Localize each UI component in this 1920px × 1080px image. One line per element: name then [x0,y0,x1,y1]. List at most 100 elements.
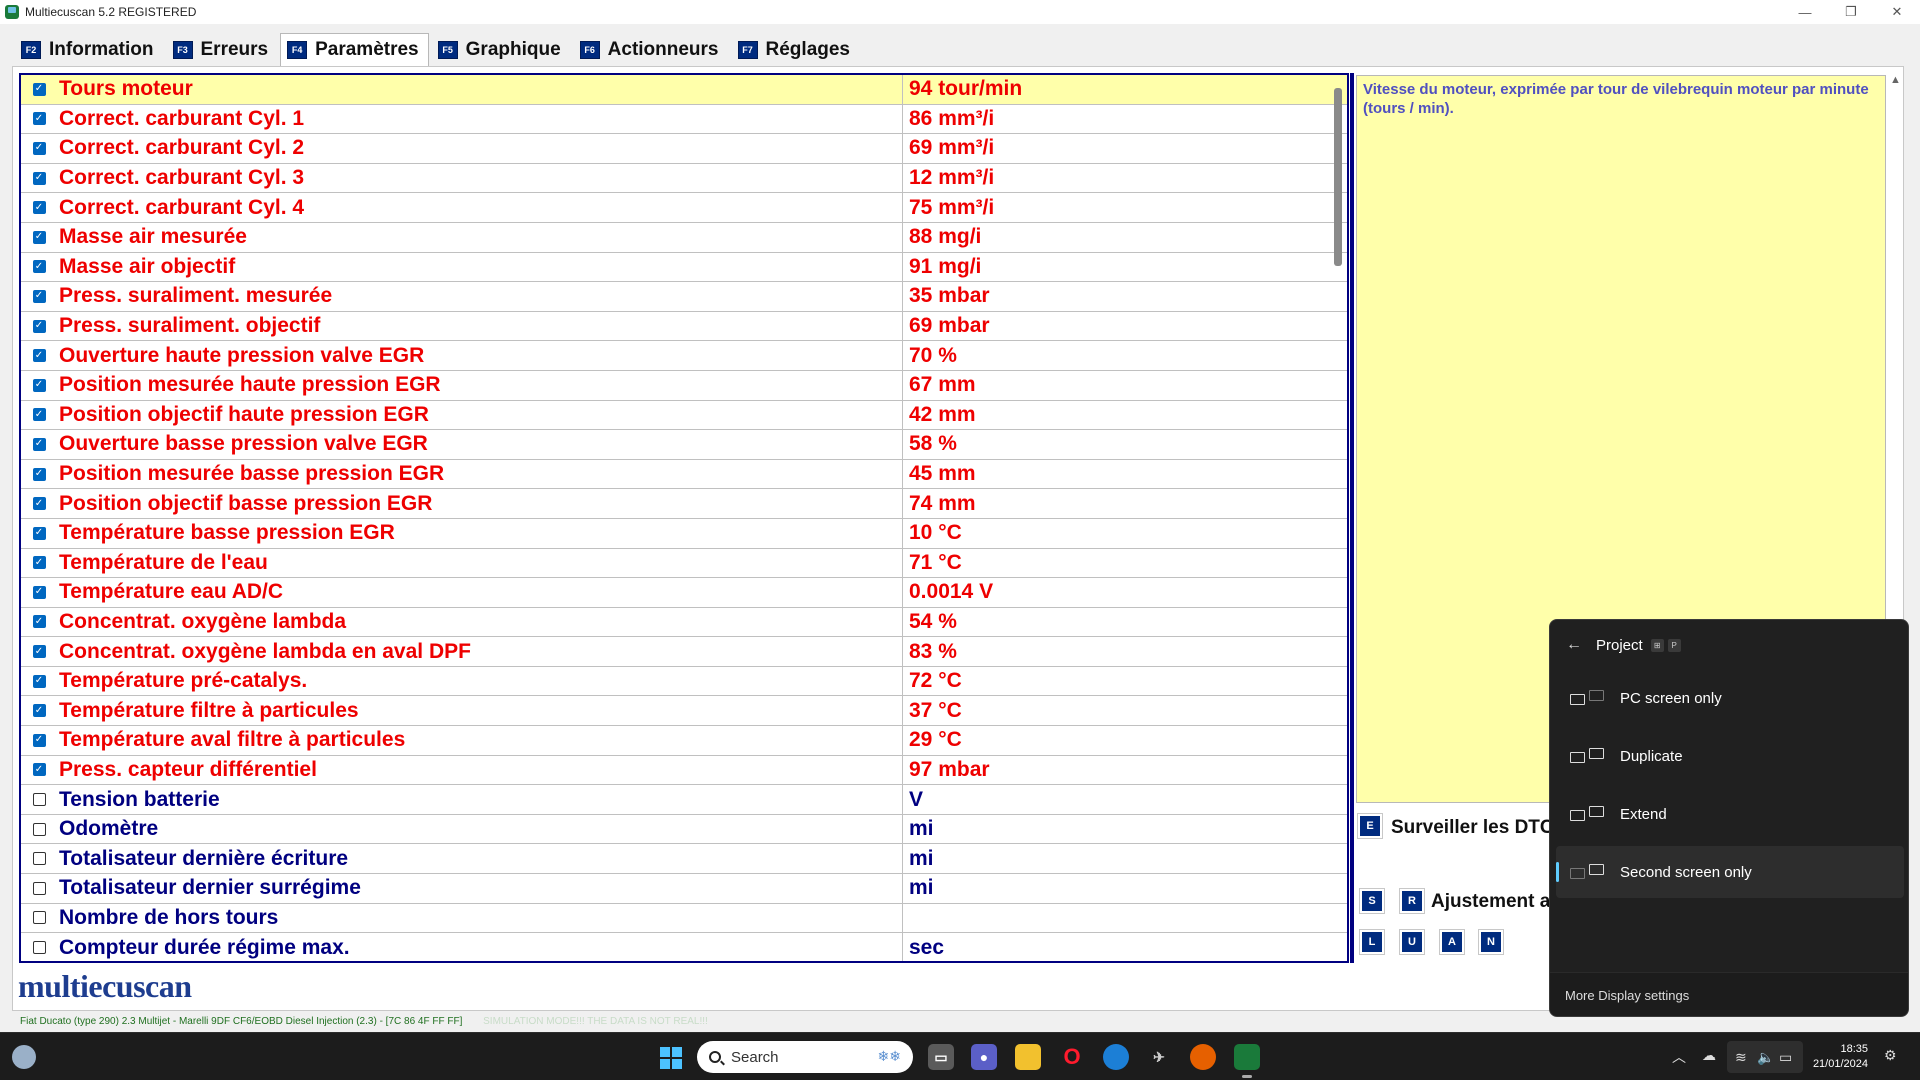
tab-erreurs[interactable]: F3 Erreurs [166,33,279,66]
l-button[interactable]: L [1359,929,1385,955]
tab-graphique[interactable]: F5 Graphique [431,33,571,66]
browser-icon[interactable] [1103,1044,1129,1070]
notifications-icon[interactable]: ⚙ [1884,1047,1897,1064]
table-row[interactable]: ✓ Température eau AD/C 0.0014 V [21,578,1347,608]
close-button[interactable]: ✕ [1874,0,1920,24]
clock[interactable]: 18:35 21/01/2024 [1808,1042,1868,1072]
tab-actionneurs[interactable]: F6 Actionneurs [573,33,729,66]
checkbox[interactable]: ✓ [32,615,46,629]
table-row[interactable]: ✓ Masse air mesurée 88 mg/i [21,222,1347,253]
checkbox[interactable] [32,941,46,955]
checkbox[interactable]: ✓ [32,704,46,718]
tab-information[interactable]: F2 Information [14,33,164,66]
checkbox[interactable]: ✓ [32,82,46,96]
table-row[interactable]: ✓ Correct. carburant Cyl. 3 12 mm³/i [21,163,1347,194]
onedrive-cloud-icon[interactable]: ☁ [1702,1047,1716,1064]
table-row[interactable]: ✓ Concentrat. oxygène lambda 54 % [21,607,1347,638]
monitor-dtc-key[interactable]: E [1357,813,1383,839]
table-row[interactable]: ✓ Température pré-catalys. 72 °C [21,666,1347,697]
tab-reglages[interactable]: F7 Réglages [731,33,860,66]
table-row[interactable]: ✓ Press. capteur différentiel 97 mbar [21,755,1347,786]
checkbox[interactable] [32,793,46,807]
checkbox[interactable]: ✓ [32,289,46,303]
table-row[interactable]: ✓ Correct. carburant Cyl. 2 69 mm³/i [21,134,1347,164]
tab-parametres[interactable]: F4 Paramètres [280,33,429,66]
table-row[interactable]: ✓ Température de l'eau 71 °C [21,548,1347,579]
table-row[interactable]: ✓ Température aval filtre à particules 29 … [21,726,1347,756]
restore-button[interactable]: ❐ [1828,0,1874,24]
table-row[interactable]: ✓ Position mesurée basse pression EGR 45 m… [21,459,1347,490]
firefox-icon[interactable] [1190,1044,1216,1070]
checkbox[interactable]: ✓ [32,349,46,363]
table-row[interactable]: ✓ Position objectif basse pression EGR 74 … [21,489,1347,519]
u-button[interactable]: U [1399,929,1425,955]
back-arrow-icon[interactable]: ← [1566,636,1596,654]
table-row[interactable]: ✓ Température filtre à particules 37 °C [21,696,1347,727]
file-explorer-icon[interactable] [1015,1044,1041,1070]
checkbox[interactable]: ✓ [32,408,46,422]
table-row[interactable]: ✓ Ouverture haute pression valve EGR 70 % [21,341,1347,371]
checkbox[interactable]: ✓ [32,112,46,126]
table-row[interactable]: ✓ Correct. carburant Cyl. 4 75 mm³/i [21,193,1347,223]
more-display-settings-link[interactable]: More Display settings [1550,972,1908,1016]
checkbox[interactable]: ✓ [32,763,46,777]
r-button[interactable]: R [1399,888,1425,914]
checkbox[interactable]: ✓ [32,733,46,747]
table-scrollbar[interactable] [1334,88,1342,266]
app-icon[interactable]: ✈ [1146,1044,1172,1070]
checkbox[interactable]: ✓ [32,526,46,540]
table-row[interactable]: ✓ Correct. carburant Cyl. 1 86 mm³/i [21,104,1347,135]
table-row[interactable]: ✓ Température basse pression EGR 10 °C [21,518,1347,549]
table-row[interactable]: ✓ Masse air objectif 91 mg/i [21,252,1347,283]
opera-icon[interactable]: O [1059,1044,1085,1070]
checkbox[interactable] [32,911,46,925]
duplicate-option[interactable]: Duplicate [1556,730,1904,782]
checkbox[interactable]: ✓ [32,645,46,659]
checkbox[interactable]: ✓ [32,467,46,481]
multiecuscan-taskbar-icon[interactable] [1234,1044,1260,1070]
a-button[interactable]: A [1439,929,1465,955]
checkbox[interactable]: ✓ [32,319,46,333]
table-row[interactable]: ✓ Press. suraliment. objectif 69 mbar [21,311,1347,342]
checkbox[interactable]: ✓ [32,201,46,215]
table-row[interactable]: ✓ Position mesurée haute pression EGR 67 m… [21,370,1347,401]
checkbox[interactable] [32,852,46,866]
extend-option[interactable]: Extend [1556,788,1904,840]
teams-chat-icon[interactable]: ● [971,1044,997,1070]
table-row[interactable]: Totalisateur dernier surrégime mi [21,874,1347,904]
adjustment-label[interactable]: Ajustement a [1431,891,1550,913]
table-row[interactable]: ✓ Position objectif haute pression EGR 42 … [21,400,1347,431]
table-row[interactable]: ✓ Press. suraliment. mesurée 35 mbar [21,282,1347,312]
table-row[interactable]: ✓ Tours moteur 94 tour/min [21,75,1347,105]
panel-divider[interactable] [1350,73,1354,963]
checkbox[interactable]: ✓ [32,437,46,451]
table-row[interactable]: Tension batterie V [21,785,1347,815]
quick-settings[interactable]: ≋ 🔈 ▭ [1727,1041,1803,1073]
table-row[interactable]: ✓ Ouverture basse pression valve EGR 58 % [21,430,1347,460]
checkbox[interactable]: ✓ [32,171,46,185]
table-row[interactable]: ✓ Concentrat. oxygène lambda en aval DPF 8… [21,637,1347,667]
table-row[interactable]: Compteur durée régime max. sec [21,933,1347,961]
minimize-button[interactable]: — [1782,0,1828,24]
table-row[interactable]: Nombre de hors tours [21,903,1347,934]
checkbox[interactable]: ✓ [32,497,46,511]
s-button[interactable]: S [1359,888,1385,914]
table-row[interactable]: Totalisateur dernière écriture mi [21,844,1347,875]
checkbox[interactable]: ✓ [32,556,46,570]
checkbox[interactable]: ✓ [32,674,46,688]
checkbox[interactable] [32,822,46,836]
taskbar-search[interactable]: Search ❄❄ [697,1041,913,1073]
show-hidden-icons-chevron-icon[interactable]: ︿ [1672,1047,1686,1067]
checkbox[interactable] [32,881,46,895]
weather-widget-icon[interactable] [12,1045,36,1069]
checkbox[interactable]: ✓ [32,378,46,392]
n-button[interactable]: N [1478,929,1504,955]
scroll-up-icon[interactable]: ▲ [1890,74,1901,86]
checkbox[interactable]: ✓ [32,260,46,274]
checkbox[interactable]: ✓ [32,585,46,599]
checkbox[interactable]: ✓ [32,141,46,155]
second-screen-only-option[interactable]: Second screen only [1556,846,1904,898]
task-view-icon[interactable]: ▭ [928,1044,954,1070]
table-row[interactable]: Odomètre mi [21,814,1347,845]
pc-screen-only-option[interactable]: PC screen only [1556,672,1904,724]
